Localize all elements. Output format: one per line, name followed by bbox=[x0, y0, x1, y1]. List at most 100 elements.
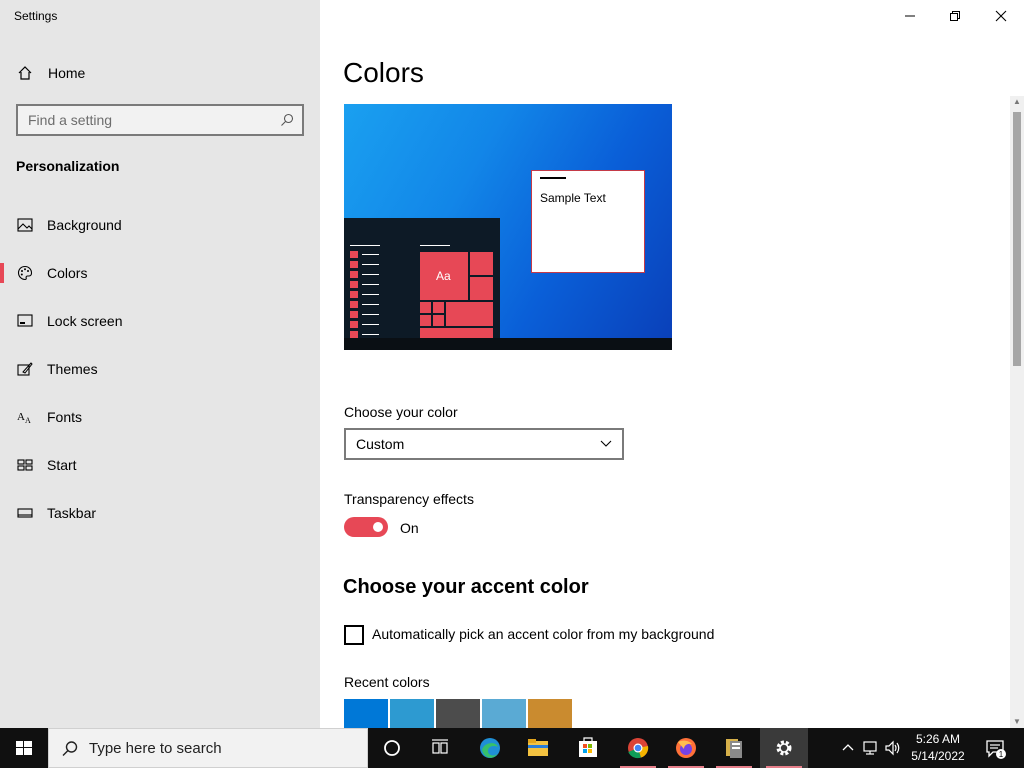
transparency-label: Transparency effects bbox=[344, 491, 474, 507]
minimize-button[interactable] bbox=[887, 0, 933, 32]
search-placeholder: Find a setting bbox=[28, 112, 113, 128]
sidebar-item-label: Background bbox=[47, 217, 122, 233]
windows-logo-icon bbox=[16, 741, 32, 755]
taskbar-search-input[interactable]: Type here to search bbox=[48, 728, 368, 768]
clock-date: 5/14/2022 bbox=[911, 749, 965, 763]
scroll-down-icon[interactable]: ▼ bbox=[1013, 718, 1021, 726]
restore-icon bbox=[950, 11, 960, 21]
sidebar-item-lock-screen[interactable]: Lock screen bbox=[0, 301, 320, 341]
sidebar: Settings Home Find a setting Personaliza… bbox=[0, 0, 320, 728]
preview-tile bbox=[349, 260, 359, 269]
start-button[interactable] bbox=[0, 728, 48, 768]
themes-icon bbox=[17, 362, 33, 376]
sidebar-item-label: Lock screen bbox=[47, 313, 123, 329]
preview-line bbox=[420, 245, 450, 246]
sidebar-item-label: Themes bbox=[47, 361, 98, 377]
choose-color-dropdown[interactable]: Custom bbox=[344, 428, 624, 460]
recent-color-swatch[interactable] bbox=[528, 699, 572, 729]
preview-tile-large: Aa bbox=[419, 251, 469, 301]
preview-tile bbox=[432, 314, 445, 327]
sidebar-item-home[interactable]: Home bbox=[0, 58, 320, 88]
preview-sample-window: Sample Text bbox=[531, 170, 645, 273]
selected-indicator bbox=[0, 263, 4, 283]
chevron-down-icon bbox=[600, 440, 612, 447]
preview-tile bbox=[419, 301, 432, 314]
taskbar-icon bbox=[17, 508, 33, 518]
archive-icon bbox=[726, 739, 742, 758]
store-icon bbox=[579, 737, 597, 757]
preview-sample-text: Sample Text bbox=[540, 191, 606, 205]
preview-taskbar bbox=[344, 338, 672, 350]
preview-sample-bar bbox=[540, 177, 566, 179]
search-icon bbox=[62, 741, 78, 756]
sidebar-item-themes[interactable]: Themes bbox=[0, 349, 320, 389]
chevron-up-icon[interactable] bbox=[839, 739, 857, 757]
task-view-icon bbox=[432, 739, 448, 754]
task-view-button[interactable] bbox=[416, 728, 464, 768]
settings-icon bbox=[776, 740, 792, 756]
sidebar-item-label: Colors bbox=[47, 265, 88, 281]
close-button[interactable] bbox=[978, 0, 1024, 32]
sidebar-item-taskbar[interactable]: Taskbar bbox=[0, 493, 320, 533]
palette-icon bbox=[17, 265, 33, 281]
sidebar-item-background[interactable]: Background bbox=[0, 205, 320, 245]
accent-color-heading: Choose your accent color bbox=[343, 576, 589, 598]
scroll-up-icon[interactable]: ▲ bbox=[1013, 98, 1021, 106]
dropdown-value: Custom bbox=[356, 436, 405, 452]
archive-app[interactable] bbox=[710, 728, 758, 768]
file-explorer-app[interactable] bbox=[514, 728, 562, 768]
sidebar-item-label: Fonts bbox=[47, 409, 83, 425]
firefox-app[interactable] bbox=[662, 728, 710, 768]
svg-text:A: A bbox=[17, 411, 25, 423]
preview-tile bbox=[469, 276, 494, 301]
app-title: Settings bbox=[14, 9, 58, 23]
recent-color-swatch[interactable] bbox=[344, 699, 388, 729]
cortana-icon bbox=[384, 740, 400, 756]
cortana-button[interactable] bbox=[368, 728, 416, 768]
preview-tile bbox=[445, 301, 494, 327]
sidebar-item-label: Start bbox=[47, 457, 77, 473]
sidebar-item-start[interactable]: Start bbox=[0, 445, 320, 485]
preview-line bbox=[362, 294, 379, 295]
scrollbar[interactable]: ▲ ▼ bbox=[1010, 96, 1024, 728]
recent-color-swatch[interactable] bbox=[390, 699, 434, 729]
sidebar-item-fonts[interactable]: A A Fonts bbox=[0, 397, 320, 437]
notification-center-icon[interactable]: 1 bbox=[984, 737, 1006, 759]
chrome-app[interactable] bbox=[614, 728, 662, 768]
search-input[interactable]: Find a setting bbox=[16, 104, 304, 136]
section-title: Personalization bbox=[16, 158, 120, 174]
store-app[interactable] bbox=[564, 728, 612, 768]
transparency-state: On bbox=[400, 520, 419, 536]
recent-color-swatch[interactable] bbox=[436, 699, 480, 729]
transparency-toggle[interactable] bbox=[344, 517, 388, 537]
taskbar-search-placeholder: Type here to search bbox=[89, 740, 222, 757]
preview-tile-text: Aa bbox=[436, 269, 451, 283]
restore-button[interactable] bbox=[932, 0, 978, 32]
edge-app[interactable] bbox=[466, 728, 514, 768]
preview-tile bbox=[349, 320, 359, 329]
sidebar-item-label: Home bbox=[48, 65, 86, 81]
preview-line bbox=[362, 264, 379, 265]
preview-line bbox=[362, 254, 379, 255]
taskbar: Type here to search 5:26 AM 5/14/2022 1 bbox=[0, 728, 1024, 768]
scrollbar-thumb[interactable] bbox=[1013, 112, 1021, 366]
toggle-knob bbox=[373, 522, 383, 532]
preview-line bbox=[362, 324, 379, 325]
file-explorer-icon bbox=[528, 739, 548, 756]
chrome-icon bbox=[628, 738, 649, 759]
firefox-icon bbox=[676, 738, 696, 758]
choose-color-label: Choose your color bbox=[344, 404, 458, 420]
system-clock[interactable]: 5:26 AM 5/14/2022 bbox=[900, 731, 976, 765]
image-icon bbox=[17, 218, 33, 232]
preview-line bbox=[362, 274, 379, 275]
preview-tile bbox=[432, 301, 445, 314]
sidebar-item-colors[interactable]: Colors bbox=[0, 253, 320, 293]
preview-tile bbox=[469, 251, 494, 276]
recent-color-swatch[interactable] bbox=[482, 699, 526, 729]
clock-time: 5:26 AM bbox=[915, 732, 961, 746]
auto-accent-label[interactable]: Automatically pick an accent color from … bbox=[372, 626, 714, 642]
minimize-icon bbox=[905, 15, 915, 17]
auto-accent-checkbox[interactable] bbox=[344, 625, 364, 645]
network-icon[interactable] bbox=[862, 739, 880, 757]
settings-app[interactable] bbox=[760, 728, 808, 768]
